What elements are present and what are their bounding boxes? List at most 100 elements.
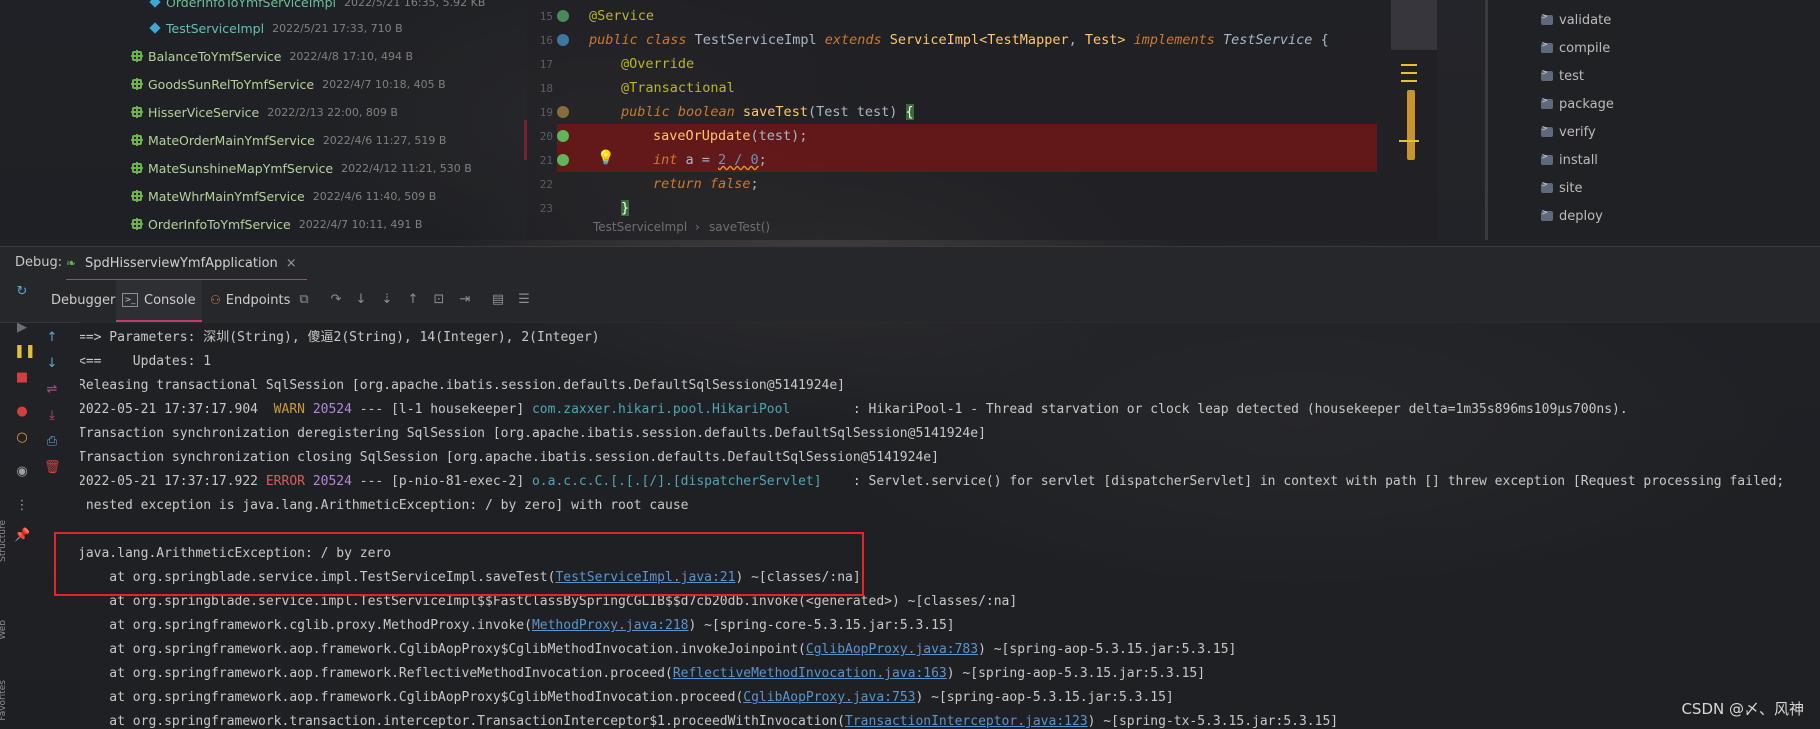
maven-goal[interactable]: install (1541, 149, 1598, 171)
tree-item[interactable]: OrderInfoToYmfService 2022/4/7 10:11, 49… (130, 212, 422, 236)
stack-trace-line: at org.springblade.service.impl.TestServ… (80, 570, 861, 585)
clear-all-icon[interactable]: 🗑 (44, 460, 61, 476)
tree-item-meta: 2022/4/6 11:27, 519 B (322, 133, 447, 147)
scroll-to-end-icon[interactable]: ⤓ (44, 408, 60, 424)
tree-item-meta: 2022/5/21 16:35, 5.92 KB (344, 0, 486, 9)
method-marker-icon[interactable] (557, 106, 569, 118)
tree-item[interactable]: BalanceToYmfService 2022/4/8 17:10, 494 … (130, 44, 413, 68)
stack-trace-line: at org.springblade.service.impl.TestServ… (80, 594, 1018, 609)
web-tool-tab[interactable]: Web (0, 620, 8, 640)
view-breakpoints-icon[interactable]: ● (14, 404, 30, 420)
maven-goal-label: test (1559, 68, 1584, 84)
maven-goal-icon (1541, 40, 1553, 53)
source-link[interactable]: CglibAopProxy.java:753 (743, 690, 915, 705)
editor-scrollbar[interactable] (1377, 0, 1437, 240)
tab-endpoints[interactable]: ⚇ Endpoints (210, 280, 290, 320)
endpoints-icon: ⚇ (210, 293, 221, 307)
tree-item[interactable]: MateSunshineMapYmfService 2022/4/12 11:2… (130, 156, 472, 180)
breadcrumb-class[interactable]: TestServiceImpl (593, 220, 687, 234)
source-link[interactable]: MethodProxy.java:218 (532, 618, 689, 633)
maven-goal-label: deploy (1559, 208, 1603, 224)
source-link[interactable]: ReflectiveMethodInvocation.java:163 (673, 666, 947, 681)
down-arrow-icon[interactable]: ↓ (44, 356, 60, 372)
drop-frame-icon[interactable]: ⊡ (431, 292, 447, 308)
maven-goal[interactable]: site (1541, 177, 1582, 199)
debug-tool-window-header: Debug: ❧ SpdHisserviewYmfApplication × (0, 246, 1820, 282)
class-icon (148, 21, 162, 35)
interface-icon (130, 133, 144, 147)
class-icon (148, 0, 162, 9)
console-line: Transaction synchronization closing SqlS… (80, 450, 939, 465)
resume-icon[interactable]: ▶ (14, 320, 30, 336)
tree-item-label: MateWhrMainYmfService (148, 188, 305, 204)
step-over-icon[interactable]: ↷ (328, 292, 344, 308)
session-tab-label: SpdHisserviewYmfApplication (85, 255, 278, 271)
debug-session-tab[interactable]: ❧ SpdHisserviewYmfApplication × (66, 247, 307, 282)
spring-bean-icon[interactable] (557, 10, 569, 22)
implemented-icon[interactable] (557, 34, 569, 46)
maven-goal[interactable]: deploy (1541, 205, 1603, 227)
code-editor[interactable]: 15 16 17 18 19 20 21 22 23 💡 @Service pu… (527, 0, 1437, 240)
line-number: 17 (539, 58, 553, 71)
soft-wrap-icon[interactable]: ⇌ (44, 382, 60, 398)
mute-breakpoints-icon[interactable]: ○ (14, 430, 30, 446)
maven-goal-icon (1541, 96, 1553, 109)
minimap[interactable] (1391, 0, 1437, 50)
maven-goal[interactable]: test (1541, 65, 1584, 87)
breadcrumb-method[interactable]: saveTest() (709, 220, 770, 234)
maven-goal-icon (1541, 12, 1553, 25)
camera-icon[interactable]: ◉ (14, 464, 30, 480)
stop-icon[interactable]: ■ (14, 370, 30, 386)
maven-goal[interactable]: verify (1541, 121, 1596, 143)
evaluate-expression-icon[interactable]: ▤ (490, 292, 506, 308)
print-icon[interactable]: ⎙ (44, 434, 60, 450)
maven-goal[interactable]: package (1541, 93, 1614, 115)
tree-item-meta: 2022/4/6 11:40, 509 B (312, 189, 437, 203)
run-to-cursor-icon[interactable]: ⇥ (457, 292, 473, 308)
line-number: 22 (539, 178, 553, 191)
tree-item-label: HisserViceService (148, 104, 260, 120)
code-line-19: public boolean saveTest(Test test) { (621, 104, 914, 120)
maven-goal-label: verify (1559, 124, 1596, 140)
scroll-thumb[interactable] (1407, 90, 1415, 160)
structure-tool-tab[interactable]: Structure (0, 520, 8, 562)
more-icon[interactable]: ⋮ (14, 498, 30, 514)
force-step-into-icon[interactable]: ⇣ (379, 292, 395, 308)
tab-console[interactable]: >_ Console (116, 280, 202, 322)
trace-icon[interactable]: ☰ (516, 292, 532, 308)
source-link[interactable]: TransactionInterceptor.java:123 (845, 714, 1088, 729)
line-number: 15 (539, 10, 553, 23)
tree-item[interactable]: OrderInfoToYmfServiceImpl 2022/5/21 16:3… (148, 0, 485, 14)
maven-goal-label: compile (1559, 40, 1611, 56)
maven-panel: validate compile test package verify ins… (1485, 0, 1820, 240)
up-arrow-icon[interactable]: ↑ (44, 330, 60, 346)
console-line: ==> Parameters: 深圳(String), 傻逼2(String),… (80, 330, 600, 345)
maven-goal[interactable]: compile (1541, 37, 1610, 59)
pin-icon[interactable]: 📌 (14, 528, 30, 544)
tree-item[interactable]: MateOrderMainYmfService 2022/4/6 11:27, … (130, 128, 446, 152)
stack-trace-line: at org.springframework.aop.framework.Cgl… (80, 642, 1237, 657)
code-line-16: public class TestServiceImpl extends Ser… (589, 32, 1329, 48)
console-line: Transaction synchronization deregisterin… (80, 426, 986, 441)
restore-layout-icon[interactable]: ⧉ (296, 292, 312, 308)
source-link[interactable]: TestServiceImpl.java:21 (555, 570, 735, 585)
source-link[interactable]: CglibAopProxy.java:783 (806, 642, 978, 657)
pause-icon[interactable]: ❚❚ (14, 344, 36, 360)
tree-item[interactable]: TestServiceImpl 2022/5/21 17:33, 710 B (148, 16, 403, 40)
marker (1399, 140, 1419, 142)
step-out-icon[interactable]: ↑ (405, 292, 421, 308)
tree-item[interactable]: HisserViceService 2022/2/13 22:00, 809 B (130, 100, 398, 124)
step-into-icon[interactable]: ↓ (353, 292, 369, 308)
favorites-tool-tab[interactable]: Favorites (0, 680, 8, 721)
maven-goal[interactable]: validate (1541, 9, 1611, 31)
tree-item-meta: 2022/4/8 17:10, 494 B (289, 49, 414, 63)
close-icon[interactable]: × (286, 256, 297, 271)
rerun-icon[interactable]: ↻ (14, 284, 30, 300)
tree-item[interactable]: GoodsSunRelToYmfService 2022/4/7 10:18, … (130, 72, 446, 96)
tree-item[interactable]: MateWhrMainYmfService 2022/4/6 11:40, 50… (130, 184, 436, 208)
tree-item-label: OrderInfoToYmfService (148, 216, 291, 232)
console-icon: >_ (122, 293, 138, 307)
interface-icon (130, 49, 144, 63)
console-output[interactable]: ==> Parameters: 深圳(String), 傻逼2(String),… (80, 322, 1820, 729)
line-number: 19 (539, 106, 553, 119)
